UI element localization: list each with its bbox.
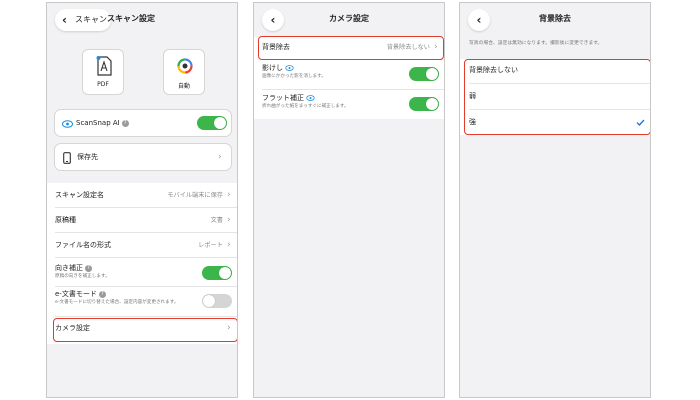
- back-to-scan-button[interactable]: ‹ スキャン: [55, 9, 111, 31]
- page-title: 背景除去: [539, 14, 571, 23]
- setting-name-value[interactable]: モバイル端末に保存: [147, 191, 223, 200]
- save-destination-label: 保存先: [77, 153, 98, 161]
- smartphone-icon: [63, 152, 71, 164]
- header: ‹ スキャン スキャン設定: [47, 3, 237, 35]
- document-type-value[interactable]: 文書: [147, 216, 223, 225]
- orientation-toggle[interactable]: [202, 266, 232, 280]
- pdf-mode-label: PDF: [97, 81, 109, 88]
- page-title: スキャン設定: [107, 14, 155, 23]
- bg-removal-options-highlight: [464, 59, 650, 135]
- chevron-left-icon: ‹: [62, 13, 67, 27]
- scansnap-ai-label: ScanSnap AI?: [76, 119, 129, 128]
- chevron-right-icon: ›: [227, 215, 231, 225]
- page-title: カメラ設定: [329, 14, 369, 23]
- help-icon[interactable]: ?: [98, 290, 106, 298]
- ai-eye-icon: [285, 65, 294, 71]
- shadow-removal-toggle[interactable]: [409, 67, 439, 81]
- document-type-label: 原稿種: [55, 216, 76, 224]
- auto-color-icon: [177, 58, 193, 74]
- chevron-right-icon: ›: [218, 152, 222, 162]
- filename-format-label: ファイル名の形式: [55, 241, 111, 249]
- help-icon[interactable]: ?: [85, 264, 92, 272]
- scan-settings-screen: ‹ スキャン スキャン設定 PDF 自動 ScanSnap AI? 保存先 › …: [46, 2, 238, 398]
- save-destination-card[interactable]: 保存先 ›: [54, 143, 232, 171]
- photo-note: 写真の場合、設定は無効になります。撮影後に変更できます。: [469, 41, 603, 46]
- edoc-mode-description: e-文書モードに切り替えた場合、設定内容が変更されます。: [55, 300, 179, 305]
- edoc-mode-toggle[interactable]: [202, 294, 232, 308]
- camera-settings-screen: ‹ カメラ設定 背景除去 背景除去しない › 影けし 画像にかかった影を消します…: [253, 2, 445, 398]
- header: ‹ カメラ設定: [254, 3, 444, 35]
- setting-name-label: スキャン設定名: [55, 191, 104, 199]
- orientation-description: 原稿の向きを補正します。: [55, 274, 110, 279]
- scansnap-ai-card: ScanSnap AI?: [54, 109, 232, 137]
- filename-format-value[interactable]: レポート: [147, 241, 223, 250]
- header: ‹ 背景除去: [460, 3, 650, 35]
- shadow-removal-description: 画像にかかった影を消します。: [262, 74, 326, 79]
- flat-correction-label: フラット補正: [262, 94, 315, 103]
- bg-removal-row-highlight[interactable]: [258, 36, 444, 60]
- camera-settings-row-highlight[interactable]: [53, 318, 237, 342]
- chevron-right-icon: ›: [227, 190, 231, 200]
- flat-correction-toggle[interactable]: [409, 97, 439, 111]
- orientation-label: 向き補正?: [55, 264, 92, 273]
- ai-eye-icon: [306, 95, 315, 101]
- shadow-removal-label: 影けし: [262, 64, 294, 73]
- back-button-label: スキャン: [75, 15, 107, 24]
- scansnap-ai-toggle[interactable]: [197, 116, 227, 130]
- ai-eye-icon: [62, 120, 73, 128]
- pdf-document-icon: [96, 56, 112, 76]
- chevron-right-icon: ›: [227, 240, 231, 250]
- edoc-mode-label: e-文書モード?: [55, 290, 106, 299]
- auto-mode-label: 自動: [177, 83, 190, 90]
- auto-mode-button[interactable]: 自動: [163, 49, 205, 95]
- pdf-mode-button[interactable]: PDF: [82, 49, 124, 95]
- help-icon[interactable]: ?: [121, 119, 129, 127]
- bg-removal-screen: ‹ 背景除去 写真の場合、設定は無効になります。撮影後に変更できます。 背景除去…: [459, 2, 651, 398]
- flat-correction-description: 折れ曲がった紙をまっすぐに補正します。: [262, 104, 349, 109]
